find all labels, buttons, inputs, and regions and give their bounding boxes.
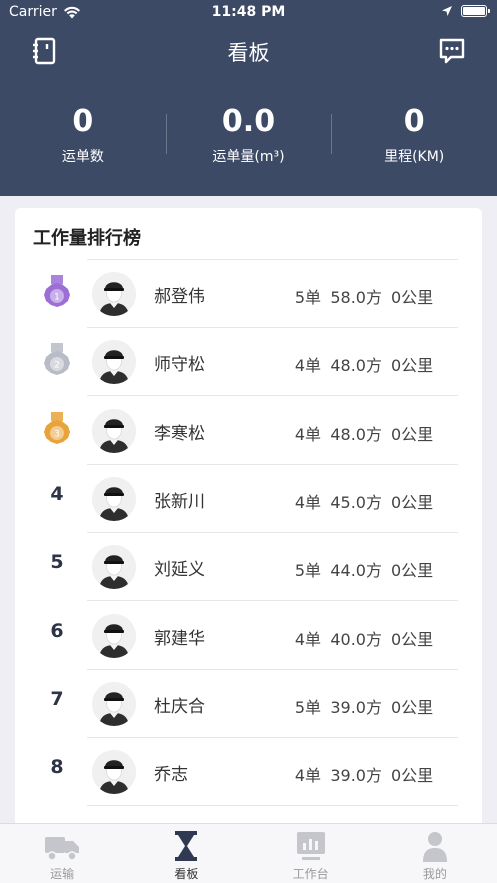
status-time: 11:48 PM [211, 4, 286, 20]
distance-value: 0公里 [391, 629, 434, 649]
driver-name: 郝登伟 [154, 287, 205, 307]
header: Carrier 11:48 PM 看板 0 运单数 0.0 运单量(m³) 0 … [0, 0, 497, 196]
ranking-row[interactable]: 4 张新川 4单 45.0方 0公里 [15, 465, 482, 533]
order-count: 4单 [294, 766, 321, 786]
driver-name: 师守松 [154, 355, 205, 376]
stat-volume: 0.0 运单量(m³) [165, 102, 332, 172]
stat-label: 运单数 [61, 149, 104, 165]
ranking-row[interactable]: 1 郝登伟 5单 58.0方 0公里 [15, 260, 482, 328]
ranking-row[interactable]: 6 郭建华 4单 40.0方 0公里 [15, 602, 482, 670]
avatar [92, 408, 136, 453]
svg-text:1: 1 [54, 293, 60, 303]
tab-label: 看板 [174, 867, 199, 881]
rank-number: 6 [50, 619, 64, 642]
avatar [92, 681, 136, 726]
distance-value: 0公里 [391, 492, 434, 512]
volume-value: 39.0方 [330, 766, 382, 786]
tab-label: 运输 [50, 867, 75, 881]
stat-orders: 0 运单数 [0, 102, 166, 172]
rank-number: 4 [50, 482, 64, 505]
distance-value: 0公里 [391, 697, 434, 717]
avatar [92, 272, 136, 316]
rank-number: 7 [50, 687, 64, 710]
driver-name: 乔志 [154, 765, 188, 786]
divider [87, 805, 458, 807]
ranking-card: 工作量排行榜 1 郝登伟 5单 58.0方 0公里 2 师守松 4单 48.0方 0公里 3 李寒松 4… [15, 208, 482, 848]
location-arrow-icon [442, 6, 452, 16]
distance-value: 0公里 [391, 356, 434, 376]
volume-value: 58.0方 [330, 288, 382, 307]
distance-value: 0公里 [391, 766, 434, 786]
svg-text:3: 3 [54, 429, 60, 439]
ranking-title: 工作量排行榜 [33, 228, 141, 249]
order-count: 4单 [294, 424, 321, 444]
distance-value: 0公里 [391, 561, 434, 581]
tab-transport[interactable]: 运输 [0, 824, 124, 883]
user-icon [422, 832, 447, 862]
tab-bar: 运输 看板 工作台 我的 [0, 823, 497, 883]
status-bar: Carrier 11:48 PM [0, 0, 497, 26]
stat-label: 运单量(m³) [212, 149, 285, 165]
driver-name: 杜庆合 [154, 696, 205, 717]
tab-label: 我的 [422, 867, 447, 881]
avatar [92, 476, 136, 521]
volume-value: 48.0方 [330, 424, 382, 444]
rank-number: 5 [50, 551, 64, 574]
distance-value: 0公里 [391, 424, 434, 444]
battery-icon [461, 5, 490, 17]
rank-number: 8 [50, 756, 64, 779]
tab-workbench[interactable]: 工作台 [249, 824, 373, 883]
ranking-row[interactable]: 5 刘延义 5单 44.0方 0公里 [15, 533, 482, 602]
medal-icon: 2 [41, 343, 73, 381]
volume-value: 40.0方 [330, 629, 382, 649]
order-count: 4单 [294, 492, 321, 512]
ranking-row[interactable]: 8 乔志 4单 39.0方 0公里 [15, 738, 482, 807]
stat-value: 0.0 [221, 104, 276, 139]
stat-mileage: 0 里程(KM) [331, 102, 497, 172]
ranking-row[interactable]: 3 李寒松 4单 48.0方 0公里 [15, 397, 482, 465]
volume-value: 39.0方 [330, 697, 382, 717]
volume-value: 45.0方 [330, 492, 382, 512]
order-count: 5单 [294, 561, 321, 581]
order-count: 5单 [294, 697, 321, 717]
ranking-row[interactable]: 7 杜庆合 5单 39.0方 0公里 [15, 670, 482, 738]
volume-value: 44.0方 [330, 561, 382, 581]
order-count: 4单 [294, 629, 321, 649]
tab-board[interactable]: 看板 [124, 824, 248, 883]
dashboard-icon [296, 832, 325, 860]
status-right [441, 5, 490, 17]
medal-icon: 3 [41, 411, 73, 450]
distance-value: 0公里 [391, 288, 434, 307]
ranking-row[interactable]: 2 师守松 4单 48.0方 0公里 [15, 328, 482, 397]
message-icon[interactable] [437, 36, 467, 66]
tab-label: 工作台 [292, 867, 329, 881]
order-count: 4单 [294, 356, 321, 376]
svg-text:2: 2 [54, 361, 60, 371]
tab-mine[interactable]: 我的 [373, 824, 497, 883]
volume-value: 48.0方 [330, 356, 382, 376]
avatar [92, 750, 136, 795]
avatar [92, 545, 136, 590]
medal-icon: 1 [41, 275, 73, 313]
hourglass-icon [175, 831, 198, 861]
stat-value: 0 [72, 104, 94, 139]
stat-label: 里程(KM) [384, 149, 445, 165]
driver-name: 张新川 [154, 491, 205, 512]
page-title: 看板 [227, 41, 270, 65]
driver-name: 李寒松 [154, 423, 205, 444]
driver-name: 郭建华 [154, 628, 205, 649]
stat-value: 0 [403, 104, 425, 139]
stats-bar: 0 运单数 0.0 运单量(m³) 0 里程(KM) [0, 102, 497, 172]
truck-icon [45, 837, 80, 861]
avatar [92, 340, 136, 385]
avatar [92, 613, 136, 658]
order-count: 5单 [294, 288, 321, 307]
driver-name: 刘延义 [154, 560, 205, 581]
